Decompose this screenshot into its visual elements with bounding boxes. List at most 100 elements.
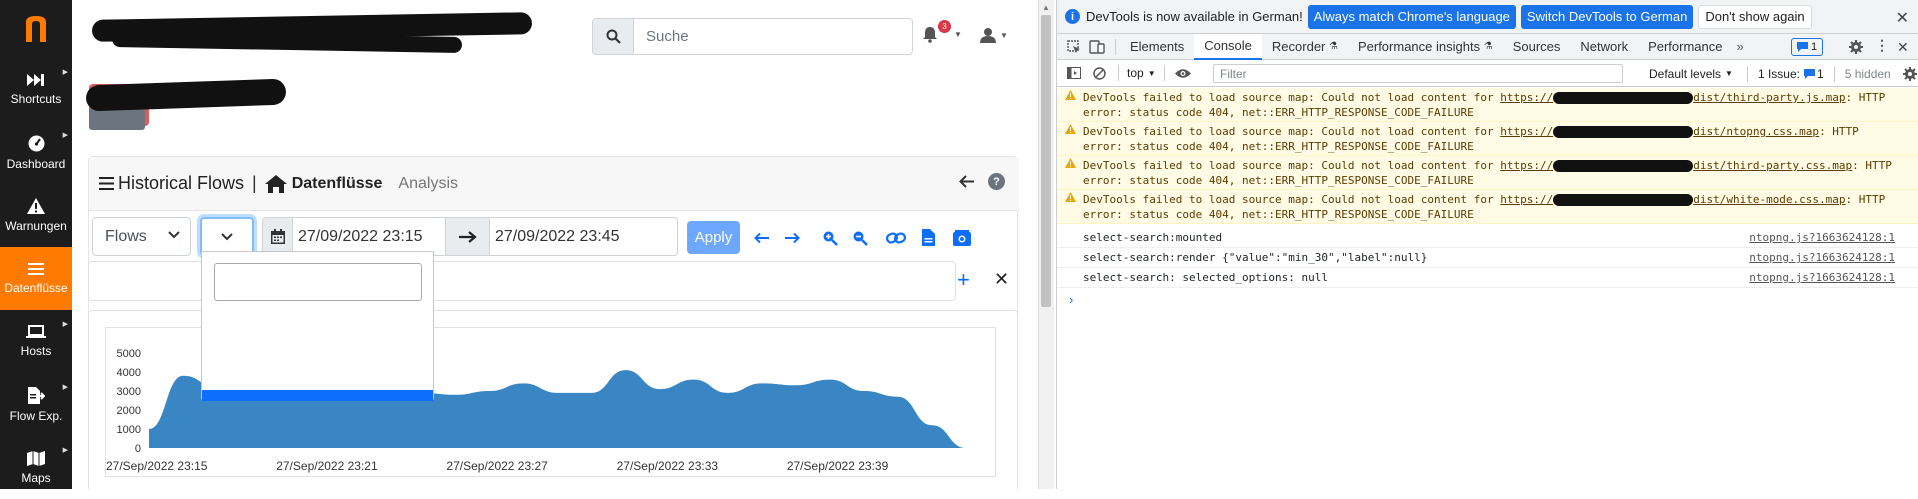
issues-counter[interactable]: 1 Issue: 1	[1758, 67, 1824, 81]
link-start: https://	[1500, 125, 1554, 138]
settings-gear-icon[interactable]	[1849, 40, 1863, 54]
caret-right-icon: ▶	[62, 447, 68, 454]
snapshot-icon[interactable]	[953, 229, 971, 246]
console-prompt-icon[interactable]: ›	[1069, 292, 1073, 307]
user-menu[interactable]: ▼	[980, 27, 1008, 43]
x-tick-label: 27/Sep/2022 23:33	[617, 459, 719, 473]
redacted-host	[1553, 126, 1694, 138]
message-text: select-search: selected_options: null	[1083, 271, 1329, 284]
view-select[interactable]: Flows	[92, 217, 191, 256]
link-start: https://	[1500, 159, 1554, 172]
tab-recorder[interactable]: Recorder ⚗	[1262, 34, 1348, 60]
more-tabs-icon[interactable]: »	[1737, 39, 1744, 54]
link-end: dist/ntopng.css.map	[1693, 125, 1820, 138]
sidebar-item-warnungen[interactable]: Warnungen	[0, 184, 72, 247]
source-map-link[interactable]: https:// dist/third-party.css.map	[1500, 159, 1852, 172]
message-source-link[interactable]: ntopng.js?1663624128:1	[1749, 230, 1895, 245]
console-message-warning: DevTools failed to load source map: Coul…	[1057, 156, 1918, 190]
dont-show-again-button[interactable]: Don't show again	[1698, 4, 1812, 29]
switch-language-button[interactable]: Switch DevTools to German	[1520, 4, 1694, 29]
date-to-input[interactable]: 27/09/2022 23:45	[489, 217, 678, 256]
message-source-link[interactable]: ntopng.js?1663624128:1	[1749, 250, 1895, 265]
message-text: select-search:mounted	[1083, 231, 1223, 244]
link-icon[interactable]	[886, 231, 906, 245]
user-icon	[980, 28, 996, 43]
apply-button[interactable]: Apply	[687, 221, 740, 254]
close-icon[interactable]: ✕	[1896, 8, 1909, 28]
tab-datenfluesse[interactable]: Datenflüsse	[292, 175, 383, 193]
page-scrollbar-thumb[interactable]	[1041, 15, 1051, 307]
arrow-left-icon[interactable]	[754, 232, 770, 244]
console-message-log: select-search:render {"value":"min_30","…	[1057, 248, 1918, 268]
caret-right-icon: ▶	[62, 132, 68, 139]
source-map-link[interactable]: https:// dist/ntopng.css.map	[1500, 125, 1819, 138]
devtools-language-banner: i DevTools is now available in German! A…	[1057, 0, 1918, 34]
context-selector[interactable]: top ▼	[1127, 66, 1156, 80]
scroll-up-arrow-icon[interactable]: ▲	[1042, 3, 1050, 12]
log-levels-select[interactable]: Default levels ▼	[1643, 67, 1739, 81]
file-export-icon	[28, 386, 45, 404]
source-map-link[interactable]: https:// dist/white-mode.css.map	[1500, 193, 1846, 206]
sidebar-item-shortcuts[interactable]: ▶ Shortcuts	[0, 58, 72, 121]
close-icon[interactable]: ✕	[994, 270, 1009, 288]
arrow-left-icon[interactable]	[959, 175, 974, 188]
menu-icon[interactable]	[99, 177, 114, 190]
console-settings-gear-icon[interactable]	[1902, 66, 1917, 81]
help-icon[interactable]: ?	[988, 173, 1005, 190]
date-range-arrow	[445, 217, 490, 256]
bell-icon[interactable]	[922, 26, 938, 43]
sidebar-toggle-icon[interactable]	[1067, 67, 1081, 79]
app-main: 3 ▼ ▼ Historical Flows | Datenflüsse Ana…	[72, 0, 1038, 489]
console-filter-input[interactable]: Filter	[1213, 64, 1623, 83]
match-language-button[interactable]: Always match Chrome's language	[1307, 4, 1516, 29]
source-map-link[interactable]: https:// dist/third-party.js.map	[1500, 91, 1846, 104]
sidebar-item-datenfluesse[interactable]: Datenflüsse	[0, 247, 72, 310]
sidebar-item-dashboard[interactable]: ▶ Dashboard	[0, 121, 72, 184]
page-title: Historical Flows	[118, 173, 245, 193]
issues-tab-badge[interactable]: 1	[1791, 38, 1824, 56]
more-options-icon[interactable]: ⋮	[1875, 37, 1889, 54]
view-select-value: Flows	[105, 227, 147, 245]
zoom-in-icon[interactable]	[822, 230, 838, 246]
device-toggle-icon[interactable]	[1089, 39, 1105, 54]
x-tick-label: 27/Sep/2022 23:21	[276, 459, 378, 473]
message-icon	[1797, 42, 1808, 52]
dropdown-search-input[interactable]	[214, 263, 422, 301]
add-filter-icon[interactable]: +	[957, 269, 970, 291]
y-tick-label: 4000	[117, 367, 141, 379]
clear-console-icon[interactable]	[1093, 66, 1106, 80]
close-devtools-icon[interactable]: ✕	[1897, 39, 1909, 56]
ntopng-logo[interactable]	[0, 0, 72, 58]
file-icon[interactable]	[922, 229, 935, 246]
sidebar-item-hosts[interactable]: ▶ Hosts	[0, 310, 72, 373]
sidebar-item-maps[interactable]: ▶ Maps	[0, 436, 72, 499]
sidebar-item-label: Warnungen	[5, 219, 67, 233]
tab-analysis[interactable]: Analysis	[398, 175, 458, 193]
tab-performance-insights[interactable]: Performance insights ⚗	[1348, 34, 1503, 60]
y-tick-label: 0	[135, 443, 141, 455]
search-button[interactable]	[593, 19, 634, 54]
sidebar-item-flow-exp[interactable]: ▶ Flow Exp.	[0, 373, 72, 436]
caret-down-icon: ▼	[954, 30, 962, 39]
zoom-out-icon[interactable]	[852, 230, 868, 246]
tab-sources[interactable]: Sources	[1503, 34, 1571, 60]
sidebar-item-label: Shortcuts	[10, 92, 62, 106]
issues-badge: 1	[1804, 67, 1824, 81]
tab-elements[interactable]: Elements	[1120, 34, 1194, 60]
tab-performance[interactable]: Performance	[1638, 34, 1732, 60]
tab-network[interactable]: Network	[1570, 34, 1638, 60]
tab-console[interactable]: Console	[1194, 33, 1262, 60]
log-levels-value: Default levels	[1649, 66, 1722, 81]
home-icon	[264, 174, 287, 193]
arrow-right-icon[interactable]	[784, 232, 800, 244]
console-message-log: select-search:mounted ntopng.js?16636241…	[1057, 228, 1918, 248]
dropdown-option-selected[interactable]	[202, 390, 433, 401]
topbar: 3 ▼ ▼	[72, 0, 1038, 75]
search-input[interactable]	[634, 19, 912, 54]
eye-icon[interactable]	[1174, 68, 1191, 79]
caret-down-icon: ▼	[1725, 69, 1733, 78]
info-icon: i	[1065, 9, 1080, 24]
y-tick-label: 5000	[117, 348, 141, 360]
inspect-icon[interactable]	[1067, 39, 1081, 54]
message-source-link[interactable]: ntopng.js?1663624128:1	[1749, 270, 1895, 285]
